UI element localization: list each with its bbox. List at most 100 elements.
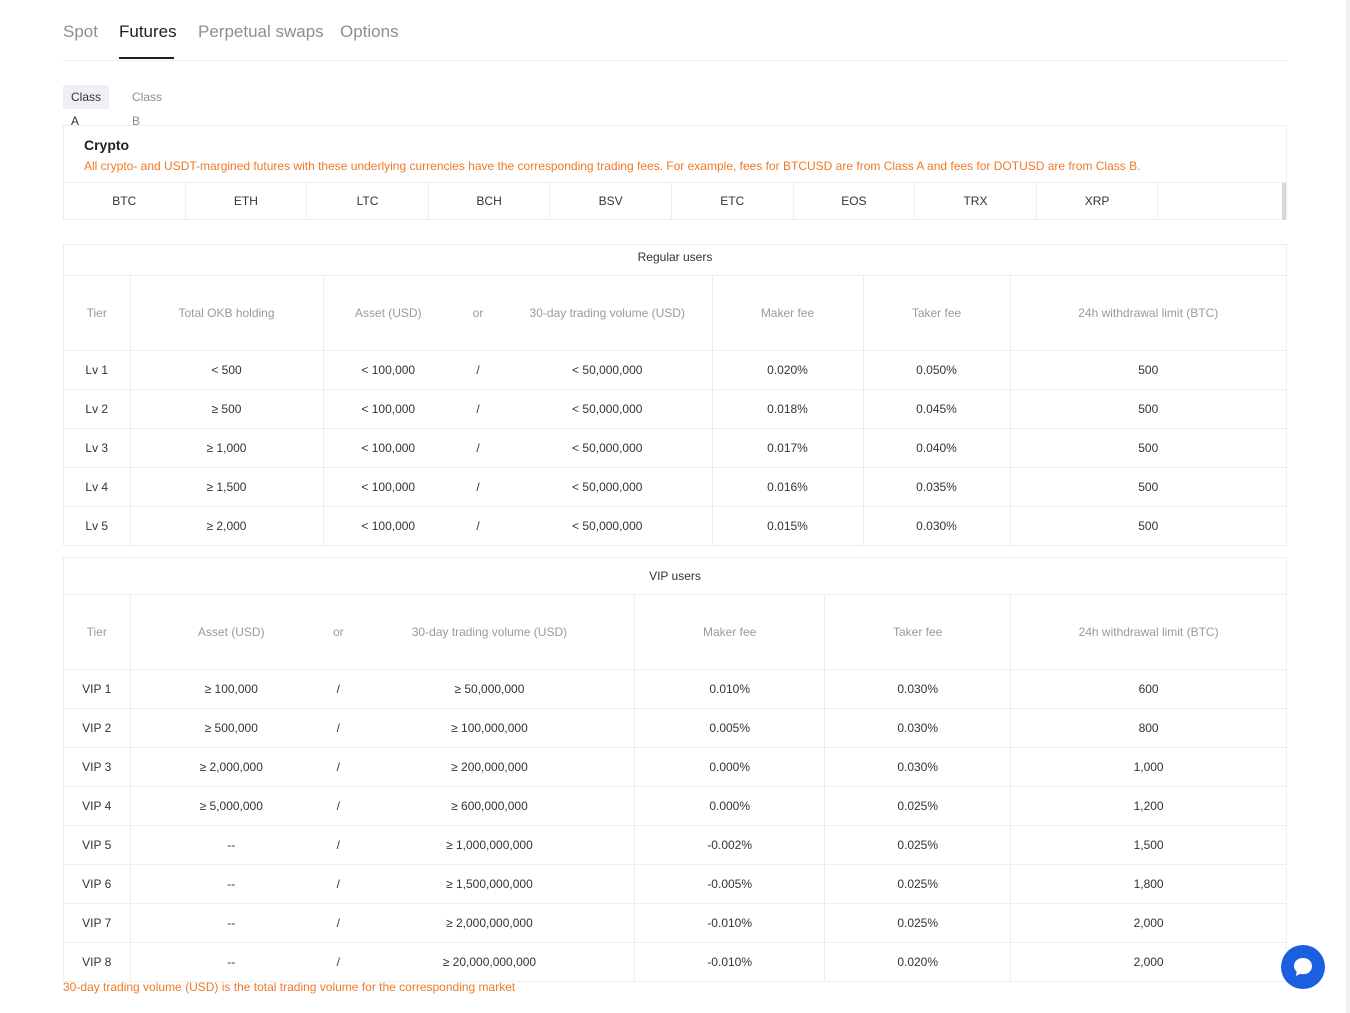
vip-cell-asset: -- xyxy=(130,825,332,865)
regular-cell-limit: 500 xyxy=(1010,467,1286,507)
regular-cell-okb: ≥ 500 xyxy=(130,389,324,429)
vip-cell-asset: ≥ 2,000,000 xyxy=(130,747,332,787)
coin-list-scrollbar[interactable] xyxy=(1282,183,1286,220)
vip-cell-asset: -- xyxy=(130,942,332,981)
regular-cell-taker: 0.045% xyxy=(863,389,1011,429)
vip-row: VIP 1 ≥ 100,000/≥ 50,000,000 0.010% 0.030% 6… xyxy=(64,669,1286,709)
regular-cell-okb: ≥ 1,500 xyxy=(130,467,324,507)
vip-cell-maker: 0.000% xyxy=(634,747,826,787)
vip-cell-maker: -0.002% xyxy=(634,825,826,865)
regular-cell-volume: < 50,000,000 xyxy=(503,350,713,390)
vip-cell-limit: 2,000 xyxy=(1010,903,1286,943)
regular-cell-limit: 500 xyxy=(1010,350,1286,390)
regular-cell-sep: / xyxy=(453,350,503,390)
header-asset: Asset (USD) xyxy=(354,306,422,320)
regular-cell-limit: 500 xyxy=(1010,389,1286,429)
crypto-panel: Crypto All crypto- and USDT-margined fut… xyxy=(63,125,1287,220)
tab-futures[interactable]: Futures xyxy=(119,22,177,42)
regular-row: Lv 5 ≥ 2,000 < 100,000/< 50,000,000 0.015% 0… xyxy=(64,506,1286,545)
vip-cell-volume: ≥ 2,000,000,000 xyxy=(344,903,636,943)
vip-cell-volume: ≥ 1,000,000,000 xyxy=(344,825,636,865)
vip-cell-asset: -- xyxy=(130,903,332,943)
regular-cell-taker: 0.050% xyxy=(863,350,1011,390)
tab-perpetual-swaps[interactable]: Perpetual swaps xyxy=(198,22,324,42)
vip-cell-sep: / xyxy=(332,747,345,787)
coin-list: BTC ETH LTC BCH BSV ETC EOS TRX XRP xyxy=(64,182,1286,220)
product-tabs: Spot Futures Perpetual swaps Options xyxy=(63,0,1287,61)
regular-cell-okb: ≥ 2,000 xyxy=(130,506,324,545)
regular-cell-asset: < 100,000 xyxy=(323,350,453,390)
regular-cell-maker: 0.018% xyxy=(712,389,864,429)
regular-cell-asset: < 100,000 xyxy=(323,506,453,545)
vip-cell-limit: 2,000 xyxy=(1010,942,1286,981)
regular-cell-volume: < 50,000,000 xyxy=(503,428,713,468)
coin-bsv: BSV xyxy=(550,183,672,220)
active-tab-indicator xyxy=(119,57,174,59)
vip-cell-limit: 1,500 xyxy=(1010,825,1286,865)
vip-cell-tier: VIP 6 xyxy=(64,864,131,904)
header-volume: 30-day trading volume (USD) xyxy=(503,276,713,351)
coin-trx: TRX xyxy=(915,183,1037,220)
regular-cell-asset: < 100,000 xyxy=(323,467,453,507)
vip-users-caption: VIP users xyxy=(64,558,1286,595)
regular-cell-sep: / xyxy=(453,467,503,507)
page-scrollbar[interactable] xyxy=(1346,0,1350,1013)
regular-row: Lv 1 < 500 < 100,000/< 50,000,000 0.020% 0.0… xyxy=(64,350,1286,390)
vip-cell-taker: 0.025% xyxy=(824,786,1012,826)
regular-cell-tier: Lv 2 xyxy=(64,389,131,429)
tab-options[interactable]: Options xyxy=(340,22,399,42)
vip-cell-tier: VIP 1 xyxy=(64,669,131,709)
header-okb-holding: Total OKB holding xyxy=(130,276,324,351)
regular-cell-sep: / xyxy=(453,506,503,545)
vip-cell-tier: VIP 5 xyxy=(64,825,131,865)
regular-cell-asset: < 100,000 xyxy=(323,428,453,468)
vip-cell-sep: / xyxy=(332,708,345,748)
header-or: or xyxy=(472,306,484,320)
vip-row: VIP 6 -- / ≥ 1,500,000,000 -0.005% 0.025% 1,80… xyxy=(64,864,1286,904)
class-a-button[interactable]: Class A xyxy=(63,85,110,128)
regular-users-table: Regular users Tier Total OKB holding Ass… xyxy=(63,244,1287,546)
footnote: 30-day trading volume (USD) is the total… xyxy=(63,980,516,994)
class-b-button[interactable]: Class B xyxy=(124,85,170,128)
header-maker-fee: Maker fee xyxy=(712,276,864,351)
regular-cell-taker: 0.035% xyxy=(863,467,1011,507)
vip-header-withdrawal-limit: 24h withdrawal limit (BTC) xyxy=(1078,625,1219,639)
vip-cell-limit: 1,000 xyxy=(1010,747,1286,787)
vip-cell-asset: ≥ 5,000,000 xyxy=(130,786,332,826)
vip-cell-taker: 0.025% xyxy=(824,825,1012,865)
regular-cell-tier: Lv 3 xyxy=(64,428,131,468)
vip-cell-volume: ≥ 100,000,000 xyxy=(344,708,636,748)
vip-row: VIP 8 -- / ≥ 20,000,000,000 -0.010% 0.020% 2,0… xyxy=(64,942,1286,981)
vip-cell-volume: ≥ 200,000,000 xyxy=(344,747,636,787)
regular-cell-limit: 500 xyxy=(1010,428,1286,468)
regular-cell-taker: 0.030% xyxy=(863,506,1011,545)
regular-cell-maker: 0.015% xyxy=(712,506,864,545)
regular-cell-tier: Lv 1 xyxy=(64,350,131,390)
vip-cell-tier: VIP 7 xyxy=(64,903,131,943)
fee-schedule: Spot Futures Perpetual swaps Options Cla… xyxy=(63,0,1287,994)
vip-cell-taker: 0.025% xyxy=(824,864,1012,904)
vip-cell-tier: VIP 3 xyxy=(64,747,131,787)
coin-btc: BTC xyxy=(64,183,186,220)
vip-cell-tier: VIP 4 xyxy=(64,786,131,826)
chat-button[interactable] xyxy=(1281,945,1325,989)
vip-row: VIP 4 ≥ 5,000,000/≥ 600,000,000 0.000% 0.02… xyxy=(64,786,1286,826)
vip-cell-taker: 0.030% xyxy=(824,669,1012,709)
regular-cell-tier: Lv 5 xyxy=(64,506,131,545)
regular-row: Lv 2 ≥ 500 < 100,000/< 50,000,000 0.018% 0.0… xyxy=(64,389,1286,429)
vip-header-taker-fee: Taker fee xyxy=(824,595,1012,670)
vip-cell-volume: ≥ 50,000,000 xyxy=(344,669,636,709)
vip-header-or: or xyxy=(333,625,344,639)
vip-cell-tier: VIP 2 xyxy=(64,708,131,748)
vip-row: VIP 5 -- / ≥ 1,000,000,000 -0.002% 0.025% 1,50… xyxy=(64,825,1286,865)
tab-spot[interactable]: Spot xyxy=(63,22,98,42)
vip-cell-sep: / xyxy=(332,669,345,709)
regular-row: Lv 3 ≥ 1,000 < 100,000/< 50,000,000 0.017% 0… xyxy=(64,428,1286,468)
regular-cell-maker: 0.017% xyxy=(712,428,864,468)
coin-eos: EOS xyxy=(794,183,916,220)
header-withdrawal-limit: 24h withdrawal limit (BTC) xyxy=(1078,306,1219,320)
vip-cell-limit: 600 xyxy=(1010,669,1286,709)
regular-cell-volume: < 50,000,000 xyxy=(503,389,713,429)
vip-cell-taker: 0.025% xyxy=(824,903,1012,943)
vip-cell-sep: / xyxy=(332,786,345,826)
